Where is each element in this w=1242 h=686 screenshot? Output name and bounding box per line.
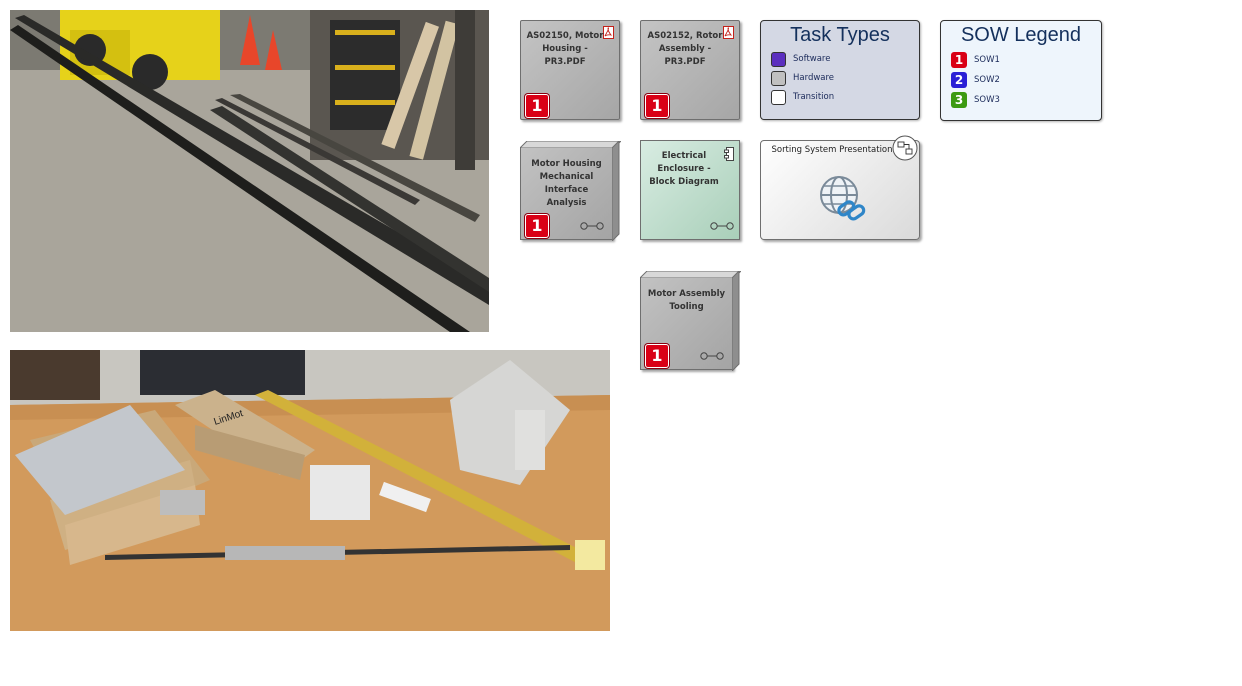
task-types-title: Task Types [790,24,890,46]
hardware-label: Hardware [793,73,835,83]
box-side-face [732,271,740,371]
tooling-title: Motor Assembly Tooling [647,289,726,312]
link-icon [580,222,604,230]
transition-swatch [771,90,786,105]
box-top-face [520,141,621,148]
sow3-label: SOW3 [974,95,1000,105]
sow2-label: SOW2 [974,75,1000,85]
sow1-label: SOW1 [974,55,1000,65]
hardware-swatch [771,71,786,86]
warehouse-rails-photo [10,10,489,332]
as02152-title: AS02152, Rotor Assembly - PR3.PDF [647,31,723,67]
linmot-parts-photo: LinMot [10,350,610,631]
sorting-title: Sorting System Presentation [771,145,893,155]
box-side-face [612,141,620,241]
as02150-title: AS02150, Motor Housing - PR3.PDF [526,31,604,67]
sow-badge: 1 [525,214,549,238]
component-icon [724,147,734,161]
globe-link-icon [820,176,866,221]
link-icon [700,352,724,360]
box-top-face [640,271,741,278]
motor-housing-analysis-artifact[interactable]: Motor Housing Mechanical Interface Analy… [520,141,621,241]
sow-legend[interactable]: SOW Legend 1 SOW1 2 SOW2 3 SOW3 [940,20,1102,121]
electrical-enclosure-artifact[interactable]: Electrical Enclosure - Block Diagram [640,140,740,240]
task-types-legend[interactable]: Task Types Software Hardware Transition [760,20,920,120]
as02150-document[interactable]: AS02150, Motor Housing - PR3.PDF 1 [520,20,620,120]
transition-label: Transition [793,92,835,102]
sow1-badge: 1 [951,52,967,68]
as02152-document[interactable]: AS02152, Rotor Assembly - PR3.PDF 1 [640,20,740,120]
sow2-badge: 2 [951,72,967,88]
software-label: Software [793,54,831,64]
sow-badge: 1 [645,94,669,118]
motor-assembly-tooling-artifact[interactable]: Motor Assembly Tooling 1 [640,271,741,371]
software-swatch [771,52,786,67]
sorting-system-presentation[interactable]: Sorting System Presentation [760,135,920,240]
motor-housing-title: Motor Housing Mechanical Interface Analy… [531,159,602,208]
sow3-badge: 3 [951,92,967,108]
sow-badge: 1 [645,344,669,368]
sow-badge: 1 [525,94,549,118]
link-icon [710,222,734,230]
electrical-title: Electrical Enclosure - Block Diagram [649,151,719,187]
sow-legend-title: SOW Legend [960,24,1082,46]
diagram-frame-icon [892,135,918,161]
